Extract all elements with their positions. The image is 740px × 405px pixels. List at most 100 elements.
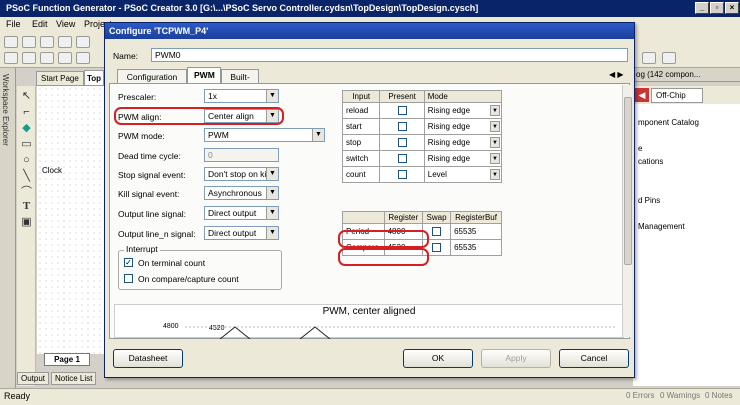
chevron-down-icon: ▼ <box>266 168 278 180</box>
save-all-icon[interactable] <box>76 36 90 48</box>
pwm-tab-panel: Prescaler: 1x ▼ PWM align: Center align ▼ … <box>109 83 630 339</box>
catalog-item[interactable]: Management <box>638 222 685 231</box>
apply-button[interactable]: Apply <box>481 349 551 368</box>
line-icon[interactable]: ╲ <box>20 170 33 183</box>
warnings-count: 0 Warnings <box>660 391 701 400</box>
swap-checkbox[interactable] <box>432 243 442 253</box>
catalog-item[interactable]: cations <box>638 157 663 166</box>
highlight-compare <box>338 248 429 266</box>
catalog-item[interactable]: mponent Catalog <box>638 118 699 127</box>
tool-palette: ↖ ⌐ ◆ ▭ ○ ╲ ⌒ T ▣ <box>17 86 36 386</box>
tab-start-page[interactable]: Start Page <box>36 71 84 86</box>
new-icon[interactable] <box>4 36 18 48</box>
register-buf-value[interactable]: 65535 <box>450 223 502 240</box>
datasheet-button[interactable]: Datasheet <box>113 349 183 368</box>
wire-icon[interactable]: ⌐ <box>20 106 33 119</box>
tab-top-design[interactable]: Top <box>84 70 104 86</box>
minimize-button[interactable]: _ <box>695 2 709 14</box>
cut-icon[interactable] <box>4 52 18 64</box>
dialog-title: Configure 'TCPWM_P4' <box>105 23 634 39</box>
stop-signal-value: Don't stop on kill <box>208 169 271 179</box>
copy-icon[interactable] <box>22 52 36 64</box>
input-mode-select[interactable]: Rising edge ▼ <box>423 134 503 151</box>
prescaler-select[interactable]: 1x ▼ <box>204 89 279 103</box>
document-tabs: Start Page Top <box>36 70 106 86</box>
menu-file[interactable]: File <box>6 19 21 29</box>
prescaler-label: Prescaler: <box>118 92 157 102</box>
name-input[interactable]: PWM0 <box>151 48 628 62</box>
catalog-item[interactable]: e <box>638 144 642 153</box>
output-line-value: Direct output <box>208 208 257 218</box>
tab-off-chip[interactable]: Off-Chip <box>651 88 703 103</box>
open-icon[interactable] <box>22 36 36 48</box>
stop-signal-select[interactable]: Don't stop on kill ▼ <box>204 167 279 181</box>
compare-capture-checkbox[interactable] <box>124 274 133 283</box>
redo-icon[interactable] <box>76 52 90 64</box>
grid-icon[interactable] <box>642 52 656 64</box>
chevron-down-icon: ▼ <box>490 105 500 116</box>
cypress-icon[interactable]: ◀ <box>635 88 649 102</box>
tab-notice-list[interactable]: Notice List <box>51 372 97 385</box>
present-checkbox[interactable] <box>397 138 407 148</box>
column-header: Mode <box>423 90 503 103</box>
undo-icon[interactable] <box>58 52 72 64</box>
menu-edit[interactable]: Edit <box>32 19 48 29</box>
output-line-select[interactable]: Direct output ▼ <box>204 206 279 220</box>
pointer-icon[interactable]: ↖ <box>20 90 33 103</box>
folder-icon[interactable] <box>40 36 54 48</box>
page-tab[interactable]: Page 1 <box>44 353 90 366</box>
tab-output[interactable]: Output <box>17 372 50 385</box>
menu-view[interactable]: View <box>56 19 75 29</box>
swap-checkbox[interactable] <box>432 227 442 237</box>
register-buf-value[interactable]: 65535 <box>450 239 502 256</box>
tab-pwm[interactable]: PWM <box>187 67 221 84</box>
present-cell <box>379 102 425 119</box>
input-mode-select[interactable]: Rising edge ▼ <box>423 102 503 119</box>
input-mode-select[interactable]: Level ▼ <box>423 166 503 183</box>
waveform-preview: PWM, center aligned 4800 4520 <box>114 304 624 339</box>
cancel-button[interactable]: Cancel <box>559 349 629 368</box>
arc-icon[interactable]: ⌒ <box>20 186 33 199</box>
dead-time-stepper[interactable]: 0 <box>204 148 279 162</box>
terminal-count-label: On terminal count <box>138 258 206 268</box>
schematic-canvas[interactable] <box>37 86 107 354</box>
pwm-mode-select[interactable]: PWM ▼ <box>204 128 325 142</box>
scrollbar-thumb[interactable] <box>624 97 632 265</box>
catalog-item[interactable]: d Pins <box>638 196 660 205</box>
column-header <box>342 211 385 224</box>
configure-dialog: Configure 'TCPWM_P4' Name: PWM0 Configur… <box>104 22 635 378</box>
highlight-pwm-align <box>114 107 284 125</box>
image-icon[interactable]: ▣ <box>20 216 33 229</box>
maximize-button[interactable]: ▫ <box>710 2 724 14</box>
tab-scroll-arrows[interactable]: ◀ ▶ <box>609 70 624 79</box>
ok-button[interactable]: OK <box>403 349 473 368</box>
terminal-count-checkbox[interactable]: ✓ <box>124 258 133 267</box>
output-line-n-select[interactable]: Direct output ▼ <box>204 226 279 240</box>
dialog-scrollbar[interactable] <box>622 85 632 337</box>
workspace-explorer-strip[interactable]: Workspace Explorer <box>0 68 16 388</box>
text-tool-icon[interactable]: T <box>20 200 33 213</box>
close-button[interactable]: × <box>725 2 739 14</box>
present-checkbox[interactable] <box>397 170 407 180</box>
zoom-icon[interactable] <box>662 52 676 64</box>
tab-configuration[interactable]: Configuration <box>117 69 187 84</box>
chevron-down-icon: ▼ <box>490 169 500 180</box>
compare-capture-label: On compare/capture count <box>138 274 239 284</box>
present-cell <box>379 118 425 135</box>
input-mode-select[interactable]: Rising edge ▼ <box>423 118 503 135</box>
kill-signal-select[interactable]: Asynchronous ▼ <box>204 186 279 200</box>
component-icon[interactable]: ◆ <box>20 122 33 135</box>
input-mode-value: Rising edge <box>427 106 471 115</box>
app-title-bar: PSoC Function Generator - PSoC Creator 3… <box>0 0 740 17</box>
interrupt-group <box>118 250 282 290</box>
present-checkbox[interactable] <box>397 122 407 132</box>
input-mode-select[interactable]: Rising edge ▼ <box>423 150 503 167</box>
save-icon[interactable] <box>58 36 72 48</box>
input-name: count <box>341 166 381 183</box>
present-checkbox[interactable] <box>397 154 407 164</box>
tab-built-in[interactable]: Built-in <box>221 69 259 92</box>
present-checkbox[interactable] <box>397 106 407 116</box>
paste-icon[interactable] <box>40 52 54 64</box>
ellipse-icon[interactable]: ○ <box>20 154 33 167</box>
rectangle-icon[interactable]: ▭ <box>20 138 33 151</box>
